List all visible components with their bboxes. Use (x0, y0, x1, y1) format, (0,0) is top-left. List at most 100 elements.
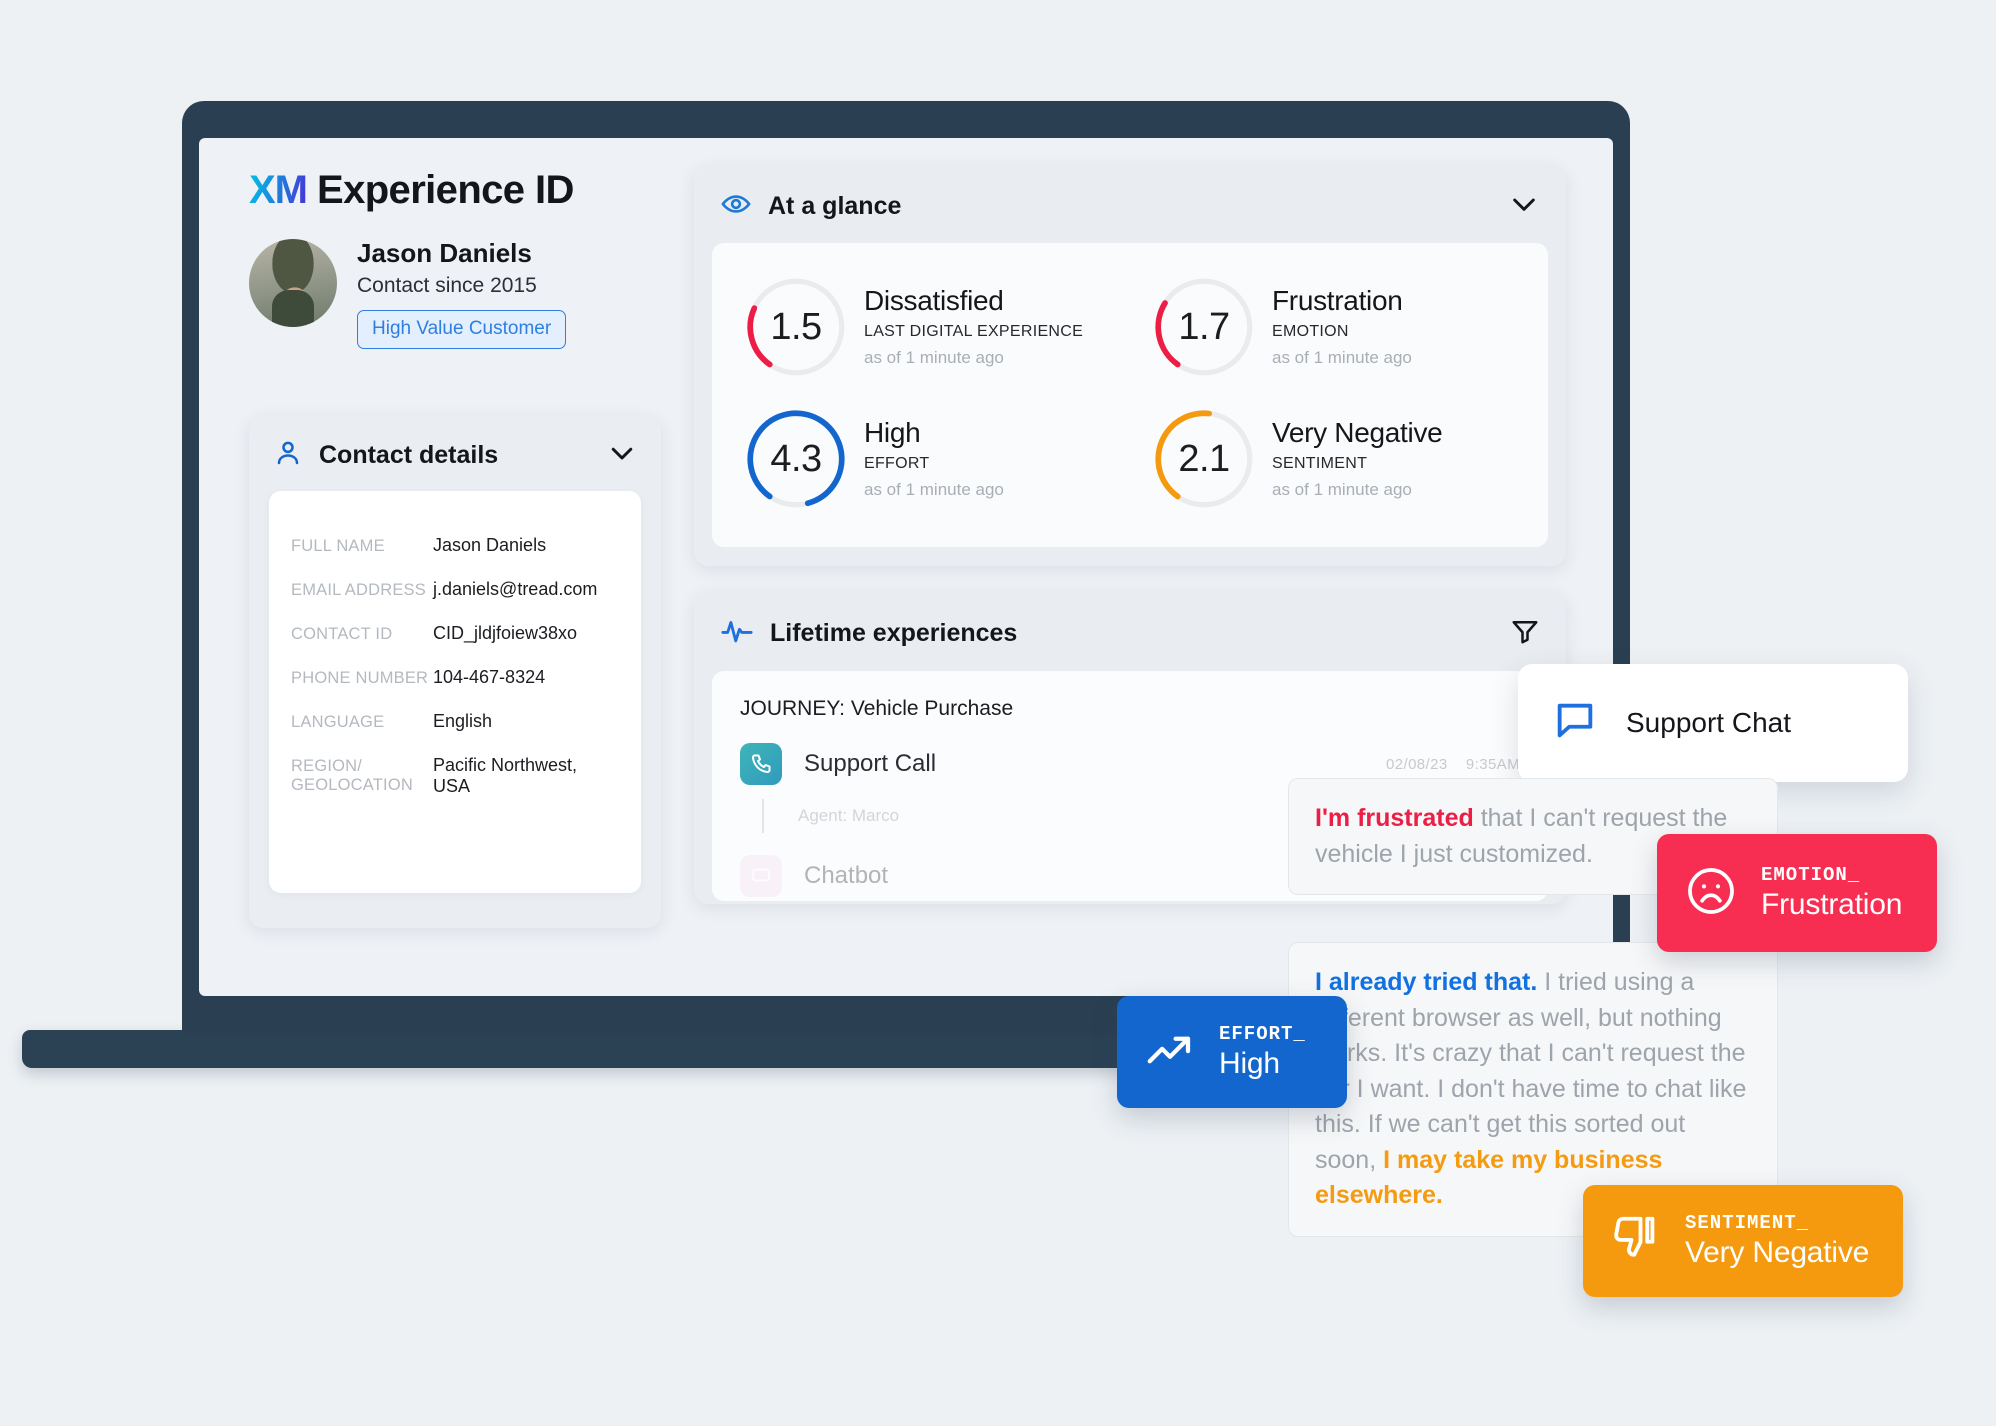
sentiment-chip[interactable]: SENTIMENT_ Very Negative (1583, 1185, 1903, 1297)
metric-timestamp: as of 1 minute ago (1272, 480, 1412, 500)
metric-text: Frustration EMOTION as of 1 minute ago (1272, 284, 1412, 369)
profile-since: Contact since 2015 (357, 273, 537, 297)
pulse-icon (720, 614, 754, 653)
chevron-down-icon[interactable] (1508, 188, 1540, 225)
status-badge[interactable]: High Value Customer (357, 309, 567, 349)
detail-value: English (433, 711, 493, 731)
detail-label: PHONE NUMBER (291, 669, 429, 687)
detail-value: 104-467-8324 (433, 667, 546, 687)
xm-logo: XM (249, 168, 308, 212)
metric-text: Dissatisfied LAST DIGITAL EXPERIENCE as … (864, 284, 1084, 369)
metric-timestamp: as of 1 minute ago (864, 480, 1004, 500)
contact-details-card: Contact details FULL NAME Jason Daniels … (249, 416, 661, 928)
metric-text: High EFFORT as of 1 minute ago (864, 416, 1004, 501)
contact-details-header[interactable]: Contact details (249, 416, 661, 473)
message-body: I tried using a different browser as wel… (1315, 968, 1747, 1174)
metric-sub: SENTIMENT (1272, 455, 1368, 473)
message-highlight: I'm frustrated (1315, 804, 1474, 832)
metric-timestamp: as of 1 minute ago (864, 348, 1004, 368)
support-chat-card[interactable]: Support Chat (1518, 664, 1908, 782)
experience-name: Support Call (804, 750, 937, 777)
metric-name: Frustration (1272, 284, 1403, 316)
brand-header: XM Experience ID (249, 168, 661, 213)
detail-value: Pacific Northwest, USA (433, 755, 578, 796)
chat-icon (740, 855, 782, 897)
message-highlight: I already tried that. (1315, 968, 1538, 996)
metric-grid: 1.5 Dissatisfied LAST DIGITAL EXPERIENCE… (722, 261, 1538, 525)
phone-icon (740, 743, 782, 785)
gauge-value: 2.1 (1178, 437, 1230, 480)
effort-chip[interactable]: EFFORT_ High (1117, 996, 1347, 1108)
detail-value: j.daniels@tread.com (433, 579, 598, 599)
detail-value: CID_jldjfoiew38xo (433, 623, 578, 643)
profile-text: Jason Daniels Contact since 2015 High Va… (357, 238, 567, 349)
chip-text: EFFORT_ High (1219, 1023, 1306, 1081)
experience-date: 02/08/23 (1386, 755, 1448, 773)
detail-value: Jason Daniels (433, 535, 547, 555)
list-item: CONTACT ID CID_jldjfoiew38xo (269, 623, 641, 644)
person-icon (273, 438, 303, 473)
gauge: 4.3 (744, 407, 848, 511)
list-item: REGION/ GEOLOCATION Pacific Northwest, U… (269, 755, 641, 797)
left-column: XM Experience ID Jason Daniels Contact s… (249, 168, 661, 928)
profile-summary: Jason Daniels Contact since 2015 High Va… (249, 239, 661, 349)
metric-sub: EFFORT (864, 455, 930, 473)
page-title: Experience ID (317, 168, 574, 212)
detail-label: CONTACT ID (291, 625, 393, 643)
chip-text: EMOTION_ Frustration (1761, 864, 1902, 922)
detail-label: LANGUAGE (291, 713, 385, 731)
list-item: EMAIL ADDRESS j.daniels@tread.com (269, 579, 641, 600)
list-item: LANGUAGE English (269, 711, 641, 732)
list-item: FULL NAME Jason Daniels (269, 535, 641, 556)
lifetime-experiences-title: Lifetime experiences (770, 619, 1018, 647)
frown-face-icon (1683, 863, 1739, 924)
avatar (249, 239, 337, 327)
chip-key: EFFORT_ (1219, 1023, 1306, 1045)
at-a-glance-panel: At a glance 1.5 Dissatisfied LAST DIGITA… (694, 166, 1566, 566)
trending-up-icon (1143, 1023, 1197, 1082)
support-chat-label: Support Chat (1626, 707, 1791, 738)
chip-key: EMOTION_ (1761, 864, 1861, 886)
metric-timestamp: as of 1 minute ago (1272, 348, 1412, 368)
profile-name: Jason Daniels (357, 238, 532, 268)
metric-card[interactable]: 2.1 Very Negative SENTIMENT as of 1 minu… (1130, 393, 1538, 525)
list-item: PHONE NUMBER 104-467-8324 (269, 667, 641, 688)
lifetime-experiences-header: Lifetime experiences (694, 592, 1566, 653)
gauge: 2.1 (1152, 407, 1256, 511)
at-a-glance-title: At a glance (768, 192, 902, 220)
experience-time: 9:35AM (1465, 755, 1520, 773)
gauge-value: 1.7 (1178, 305, 1230, 348)
gauge: 1.7 (1152, 275, 1256, 379)
metric-card[interactable]: 1.5 Dissatisfied LAST DIGITAL EXPERIENCE… (722, 261, 1130, 393)
experience-timestamp: 02/08/23 9:35AM (1386, 756, 1520, 773)
metric-text: Very Negative SENTIMENT as of 1 minute a… (1272, 416, 1443, 501)
chip-value: Frustration (1761, 888, 1903, 921)
detail-label: FULL NAME (291, 537, 385, 555)
metric-card[interactable]: 4.3 High EFFORT as of 1 minute ago (722, 393, 1130, 525)
journey-label: JOURNEY: Vehicle Purchase (740, 697, 1014, 720)
contact-details-title: Contact details (319, 441, 499, 469)
metric-name: High (864, 416, 921, 448)
emotion-chip[interactable]: EMOTION_ Frustration (1657, 834, 1937, 952)
gauge-value: 4.3 (770, 437, 822, 480)
eye-icon (720, 188, 752, 225)
filter-icon[interactable] (1510, 616, 1540, 651)
chip-key: SENTIMENT_ (1685, 1212, 1810, 1234)
metric-sub: LAST DIGITAL EXPERIENCE (864, 323, 1084, 341)
chip-value: Very Negative (1685, 1236, 1870, 1269)
contact-details-list: FULL NAME Jason Daniels EMAIL ADDRESS j.… (269, 491, 641, 893)
detail-label: EMAIL ADDRESS (291, 581, 426, 599)
gauge: 1.5 (744, 275, 848, 379)
metrics-container: 1.5 Dissatisfied LAST DIGITAL EXPERIENCE… (712, 243, 1548, 547)
detail-label: REGION/ GEOLOCATION (291, 757, 413, 794)
metric-card[interactable]: 1.7 Frustration EMOTION as of 1 minute a… (1130, 261, 1538, 393)
metric-name: Very Negative (1272, 416, 1443, 448)
chip-text: SENTIMENT_ Very Negative (1685, 1212, 1869, 1270)
chip-value: High (1219, 1047, 1280, 1080)
metric-name: Dissatisfied (864, 284, 1004, 316)
at-a-glance-header[interactable]: At a glance (694, 166, 1566, 225)
chevron-down-icon[interactable] (607, 438, 637, 473)
gauge-value: 1.5 (770, 305, 822, 348)
metric-sub: EMOTION (1272, 323, 1349, 341)
chat-bubble-icon (1552, 698, 1598, 749)
